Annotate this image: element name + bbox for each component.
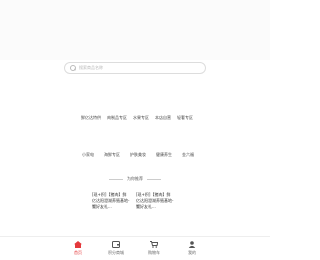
divider-left xyxy=(109,178,123,180)
category-item[interactable]: 肉制品专区 xyxy=(107,115,127,121)
search-icon xyxy=(70,65,76,71)
category-item[interactable]: 护肤美妆 xyxy=(130,152,146,158)
recommend-title: 为你推荐 xyxy=(127,176,143,181)
category-item[interactable]: 健康养生 xyxy=(156,152,172,158)
bottom-tab-bar: 首页 积分商城 购物车 我的 xyxy=(0,236,270,260)
category-item[interactable]: 本店自营 xyxy=(155,115,171,121)
divider-right xyxy=(147,178,161,180)
category-item[interactable]: 海鲜专区 xyxy=(104,152,120,158)
tab-label: 购物车 xyxy=(148,250,160,255)
category-item[interactable]: 水果专区 xyxy=(133,115,149,121)
category-item[interactable]: 小家电 xyxy=(82,152,94,158)
category-row-1: 鲜亿达特供 肉制品专区 水果专区 本店自营 轻奢专区 xyxy=(2,115,272,121)
home-icon xyxy=(74,241,82,248)
tab-home[interactable]: 首页 xyxy=(59,237,97,260)
user-icon xyxy=(188,241,196,248)
card-icon xyxy=(112,241,120,248)
category-item[interactable]: 鲜亿达特供 xyxy=(81,115,101,121)
search-placeholder: 搜索商品名称 xyxy=(79,65,103,70)
tab-points-mall[interactable]: 积分商城 xyxy=(97,237,135,260)
product-card[interactable]: [现+积]【猪肉】鲜亿达阳澄湖养殖基地-蟹好友礼... xyxy=(92,192,130,236)
category-item[interactable]: 金六福 xyxy=(182,152,194,158)
category-row-2: 小家电 海鲜专区 护肤美妆 健康养生 金六福 xyxy=(3,152,273,158)
product-title: [现+积]【猪肉】鲜亿达阳澄湖养殖基地-蟹好友礼... xyxy=(92,192,130,209)
product-card[interactable]: [现+积]【猪肉】鲜亿达阳澄湖养殖基地-蟹好友礼... xyxy=(136,192,174,236)
tab-cart[interactable]: 购物车 xyxy=(135,237,173,260)
tab-label: 首页 xyxy=(74,250,82,255)
recommend-header: 为你推荐 xyxy=(0,176,270,182)
search-bar[interactable]: 搜索商品名称 xyxy=(64,62,206,74)
tab-label: 我的 xyxy=(188,250,196,255)
product-title: [现+积]【猪肉】鲜亿达阳澄湖养殖基地-蟹好友礼... xyxy=(136,192,174,209)
tab-mine[interactable]: 我的 xyxy=(173,237,211,260)
cart-icon xyxy=(150,241,158,248)
top-banner-area xyxy=(0,0,270,60)
tab-label: 积分商城 xyxy=(108,250,124,255)
category-item[interactable]: 轻奢专区 xyxy=(177,115,193,121)
